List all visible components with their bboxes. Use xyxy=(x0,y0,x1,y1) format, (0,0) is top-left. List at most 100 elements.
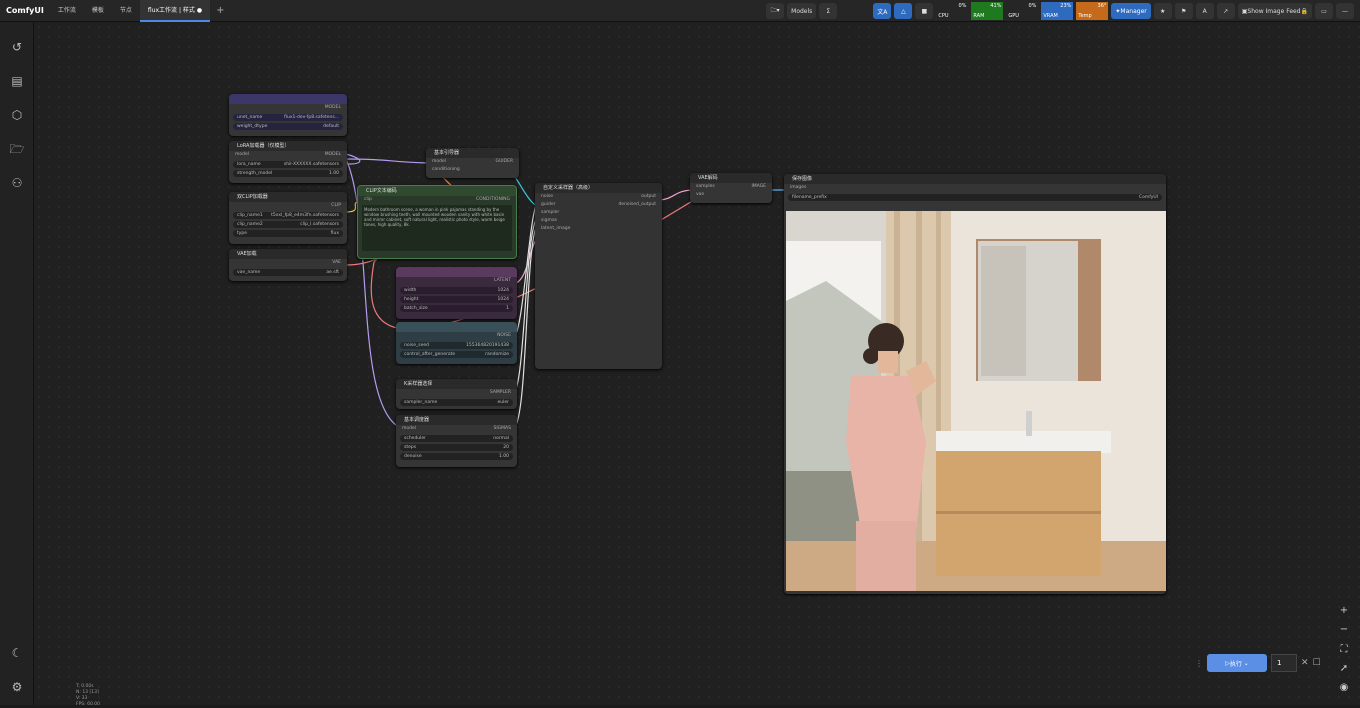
node-library-icon[interactable]: ⚇ xyxy=(8,174,26,192)
node-ksampler-select[interactable]: K采样器选择 SAMPLER sampler_name euler xyxy=(396,379,517,409)
widget-filename-prefix[interactable]: filename_prefix ComfyUI xyxy=(788,194,1162,201)
settings-icon[interactable]: ⚙ xyxy=(8,678,26,696)
panel-toggle-icon[interactable]: ▭ xyxy=(1315,3,1333,19)
node-sampler-custom-advanced[interactable]: 自定义采样器（高级） noise output guider denoised_ou… xyxy=(535,183,662,369)
input-sigmas[interactable]: sigmas xyxy=(535,217,662,225)
input-vae[interactable]: vae xyxy=(690,191,772,199)
widget-sampler-name[interactable]: sampler_name euler xyxy=(400,399,513,406)
node-basic-guider[interactable]: 基本引导器 model GUIDER conditioning xyxy=(426,148,519,178)
input-images[interactable]: images xyxy=(784,184,1166,192)
input-samples[interactable]: samples xyxy=(690,183,715,191)
node-dual-clip-loader[interactable]: 双CLIP加载器 CLIP clip_name1 t5xxl_fp8_e4m3fn… xyxy=(229,192,347,244)
node-clip-text-encode[interactable]: CLIP文本编码 clip CONDITIONING Modern bathroo… xyxy=(357,185,517,259)
star-icon[interactable]: ★ xyxy=(1153,3,1172,19)
output-guider[interactable]: GUIDER xyxy=(495,158,519,166)
queue-icon[interactable]: ▤ xyxy=(8,72,26,90)
tab-templates[interactable]: 模板 xyxy=(84,0,112,22)
queue-panel-icon[interactable]: ☐ xyxy=(1313,658,1321,668)
widget-strength-model[interactable]: strength_model 1.00 xyxy=(233,170,343,177)
fit-view-icon[interactable]: ⛶ xyxy=(1336,642,1352,658)
widget-steps[interactable]: steps 20 xyxy=(400,444,513,451)
show-image-feed-button[interactable]: ▣ Show Image Feed 🔒 xyxy=(1237,3,1312,19)
node-vae-decode[interactable]: VAE解码 samples IMAGE vae xyxy=(690,173,772,203)
toggle-links-icon[interactable]: ◉ xyxy=(1336,680,1352,696)
widget-clip-type[interactable]: type flux xyxy=(233,230,343,237)
zoom-out-icon[interactable]: − xyxy=(1336,622,1352,638)
ram-meter: RAM 41% xyxy=(971,2,1004,20)
widget-denoise[interactable]: denoise 1.00 xyxy=(400,453,513,460)
node-basic-scheduler[interactable]: 基本调度器 model SIGMAS scheduler normal steps 2… xyxy=(396,415,517,467)
widget-noise-seed[interactable]: noise_seed 155364820191438 xyxy=(400,342,513,349)
history-icon[interactable]: ↺ xyxy=(8,38,26,56)
input-model[interactable]: model xyxy=(426,158,446,166)
output-model[interactable]: MODEL xyxy=(325,151,347,159)
cpu-meter: CPU 0% xyxy=(936,2,969,20)
manager-button[interactable]: ✦ Manager xyxy=(1111,3,1151,19)
input-latent-image[interactable]: latent_image xyxy=(535,225,662,233)
output-conditioning[interactable]: CONDITIONING xyxy=(476,196,516,204)
node-empty-latent[interactable]: 空Latent图像 LATENT width 1024 height 1024 ba… xyxy=(396,267,517,319)
node-lora-loader[interactable]: LoRA加载器（仅模型） model MODEL lora_name shil-XX… xyxy=(229,141,347,183)
widget-clip-name1[interactable]: clip_name1 t5xxl_fp8_e4m3fn.safetensors xyxy=(233,212,343,219)
folder-icon[interactable]: 🗀▾ xyxy=(766,3,785,19)
widget-unet-name[interactable]: unet_name flux1-dev-fp8.safetens... xyxy=(233,114,343,121)
widget-width[interactable]: width 1024 xyxy=(400,287,513,294)
input-sampler[interactable]: sampler xyxy=(535,209,662,217)
output-output[interactable]: output xyxy=(641,193,662,201)
workflows-icon[interactable]: 🗁 xyxy=(8,140,26,158)
cancel-icon[interactable]: ✕ xyxy=(1301,658,1309,668)
input-clip[interactable]: clip xyxy=(358,196,372,204)
output-model[interactable]: MODEL xyxy=(229,104,347,112)
output-sigmas[interactable]: SIGMAS xyxy=(494,425,518,433)
zoom-in-icon[interactable]: + xyxy=(1336,603,1352,619)
widget-weight-dtype[interactable]: weight_dtype default xyxy=(233,123,343,130)
minus-icon[interactable]: — xyxy=(1336,3,1354,19)
widget-lora-name[interactable]: lora_name shil-XXXXXX.safetensors xyxy=(233,161,343,168)
widget-vae-name[interactable]: vae_name ae.sft xyxy=(233,269,343,276)
drag-handle-icon[interactable]: ⋮ xyxy=(1195,659,1203,668)
node-vae-loader[interactable]: VAE加载 VAE vae_name ae.sft xyxy=(229,249,347,281)
widget-control-after-generate[interactable]: control_after_generate randomize xyxy=(400,351,513,358)
prompt-textarea[interactable]: Modern bathroom scene, a woman in pink p… xyxy=(362,205,512,251)
node-title: 基本引导器 xyxy=(426,148,519,158)
tab-nodes[interactable]: 节点 xyxy=(112,0,140,22)
select-mode-icon[interactable]: ➚ xyxy=(1336,661,1352,677)
theme-icon[interactable]: ☾ xyxy=(8,644,26,662)
output-latent[interactable]: LATENT xyxy=(396,277,517,285)
node-unet-loader[interactable]: UNet加载器 MODEL unet_name flux1-dev-fp8.saf… xyxy=(229,94,347,136)
translate-icon[interactable]: 文A xyxy=(873,3,892,19)
input-noise[interactable]: noise xyxy=(535,193,553,201)
triangle-icon[interactable]: △ xyxy=(894,3,913,19)
output-image[interactable]: IMAGE xyxy=(751,183,772,191)
widget-clip-name2[interactable]: clip_name2 clip_l.safetensors xyxy=(233,221,343,228)
new-tab-icon[interactable]: + xyxy=(210,5,230,16)
stop-icon[interactable]: ■ xyxy=(915,3,934,19)
tab-workflow[interactable]: 工作流 xyxy=(50,0,84,22)
queue-count-input[interactable]: 1 xyxy=(1271,654,1297,672)
share-icon[interactable]: ↗ xyxy=(1216,3,1235,19)
models-button[interactable]: Models xyxy=(787,3,817,19)
input-model[interactable]: model xyxy=(396,425,416,433)
widget-value: 155364820191438 xyxy=(466,343,509,348)
widget-batch-size[interactable]: batch_size 1 xyxy=(400,305,513,312)
node-random-noise[interactable]: 随机噪波 NOISE noise_seed 155364820191438 con… xyxy=(396,322,517,364)
node-title: 随机噪波 xyxy=(404,324,422,329)
puzzle-icon[interactable]: ⚑ xyxy=(1174,3,1193,19)
output-sampler[interactable]: SAMPLER xyxy=(396,389,517,397)
sum-icon[interactable]: Σ xyxy=(819,3,838,19)
model-library-icon[interactable]: ⬡ xyxy=(8,106,26,124)
output-noise[interactable]: NOISE xyxy=(396,332,517,340)
input-guider[interactable]: guider xyxy=(535,201,555,209)
input-model[interactable]: model xyxy=(229,151,249,159)
font-icon[interactable]: A xyxy=(1195,3,1214,19)
output-clip[interactable]: CLIP xyxy=(229,202,347,210)
tab-flux-workflow[interactable]: flux工作流 | 样式 ● xyxy=(139,0,211,22)
run-button[interactable]: ▷ 执行 ⌄ xyxy=(1207,654,1267,672)
widget-height[interactable]: height 1024 xyxy=(400,296,513,303)
widget-label: clip_name1 xyxy=(237,213,263,218)
widget-scheduler[interactable]: scheduler normal xyxy=(400,435,513,442)
top-bar: ComfyUI 工作流 模板 节点 flux工作流 | 样式 ● + 🗀▾ Mo… xyxy=(0,0,1360,22)
output-vae[interactable]: VAE xyxy=(229,259,347,267)
output-denoised[interactable]: denoised_output xyxy=(618,201,662,209)
input-conditioning[interactable]: conditioning xyxy=(426,166,519,174)
